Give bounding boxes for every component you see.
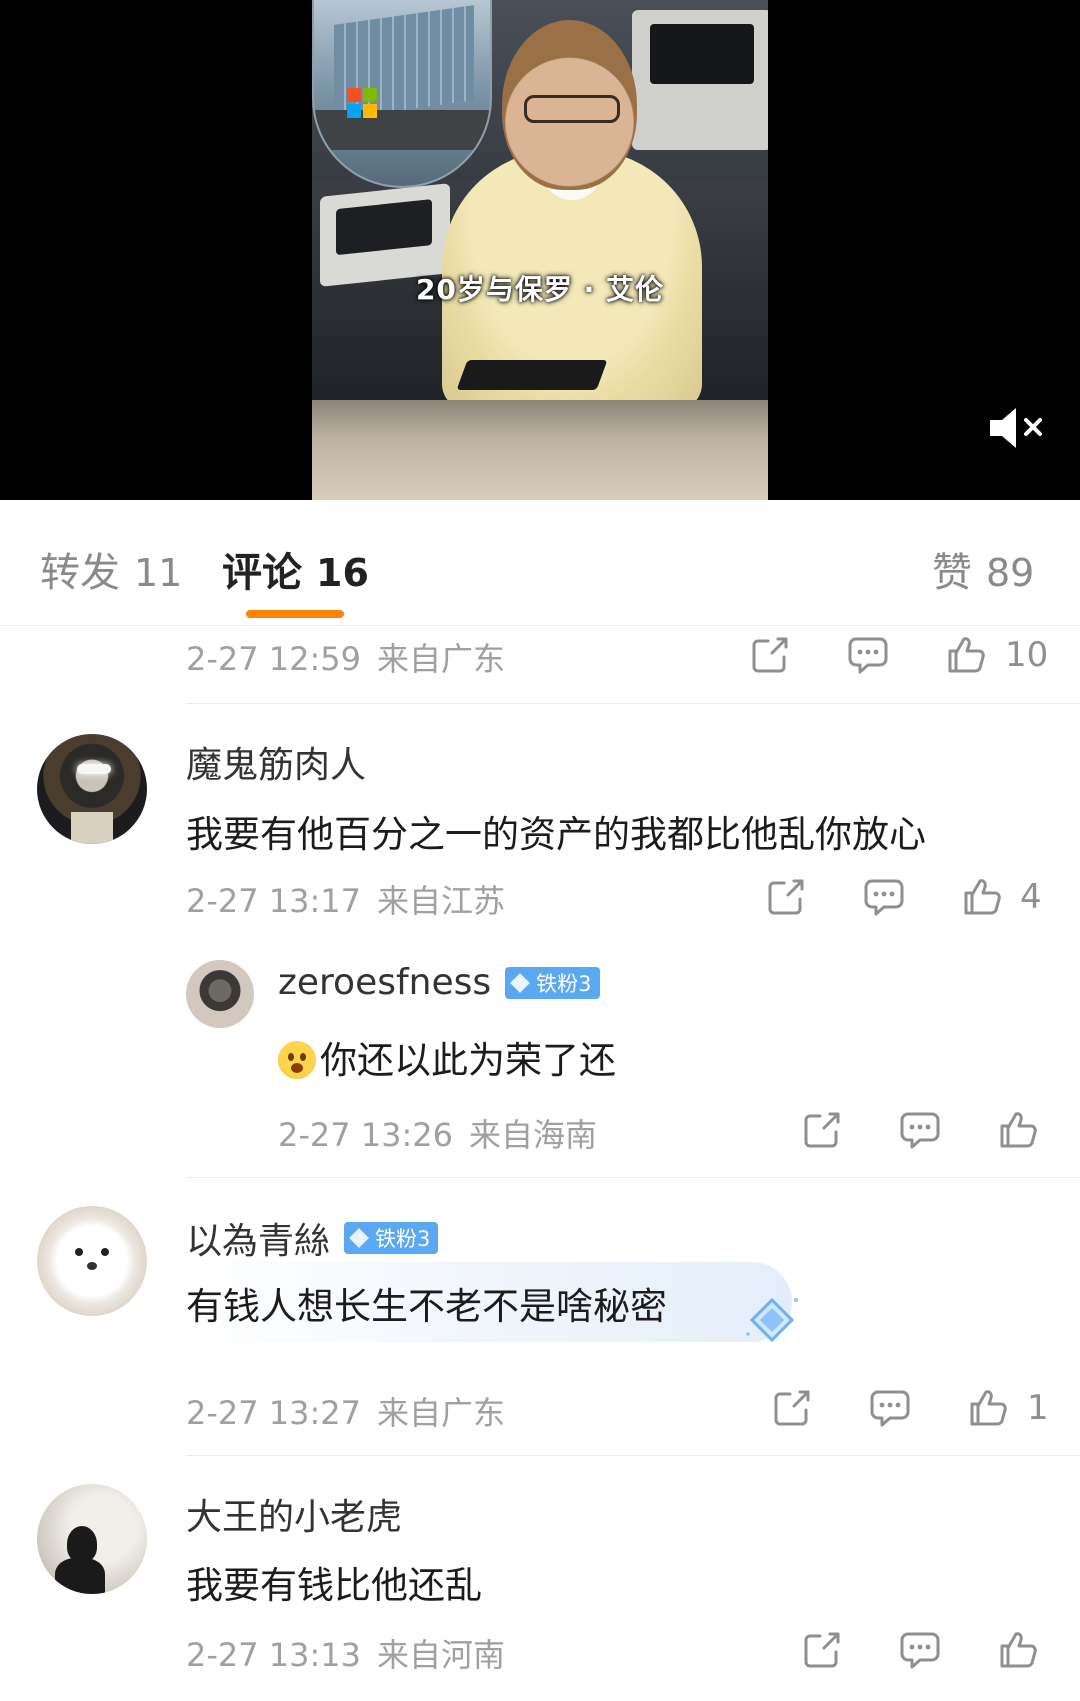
comment-location: 来自河南 <box>377 1636 506 1674</box>
share-icon[interactable] <box>800 1628 844 1672</box>
tab-repost-label: 转发 <box>40 550 120 596</box>
fan-badge: 铁粉3 <box>505 966 600 999</box>
tab-like-count: 89 <box>986 551 1035 595</box>
comment-time: 2-27 13:26 <box>278 1116 454 1154</box>
comment-bubble-icon[interactable] <box>862 875 906 919</box>
comment-username[interactable]: 以為青絲 铁粉3 <box>186 1212 439 1264</box>
comment-meta: 2-27 13:13 来自河南 <box>186 1630 505 1676</box>
avatar[interactable] <box>186 960 254 1028</box>
comment-time: 2-27 12:59 <box>186 640 362 678</box>
scared-face-emoji <box>278 1041 316 1079</box>
comment-location: 来自广东 <box>377 640 506 678</box>
tab-like-label: 赞 <box>932 550 972 596</box>
comment-meta: 2-27 13:17 来自江苏 <box>186 876 505 922</box>
comment-username[interactable]: 魔鬼筋肉人 <box>186 736 366 788</box>
thumbs-up-icon[interactable] <box>996 1108 1040 1152</box>
fan-badge: 铁粉3 <box>344 1222 439 1254</box>
badge-label: 铁粉3 <box>375 1227 431 1251</box>
username-text: 以為青絲 <box>186 1221 331 1262</box>
tab-comment-label: 评论 <box>222 550 302 596</box>
thumbs-up-icon[interactable] <box>966 1386 1010 1430</box>
divider <box>186 703 1080 704</box>
reply-username[interactable]: zeroesfness 铁粉3 <box>278 962 600 1003</box>
computer-monitor <box>632 10 768 150</box>
badge-label: 铁粉3 <box>536 971 592 996</box>
comment-time: 2-27 13:27 <box>186 1394 362 1432</box>
comment-username[interactable]: 大王的小老虎 <box>186 1488 402 1540</box>
comment-bubble-icon[interactable] <box>846 633 890 677</box>
share-icon[interactable] <box>770 1386 814 1430</box>
comment-bubble-icon[interactable] <box>898 1628 942 1672</box>
comment-meta: 2-27 13:27 来自广东 <box>186 1388 505 1434</box>
keyboard <box>456 360 608 390</box>
comment-location: 来自江苏 <box>377 882 506 920</box>
divider <box>186 1455 1080 1456</box>
comment-text: 有钱人想长生不老不是啥秘密 <box>186 1285 667 1328</box>
tab-bar: 转发 11 评论 16 赞 89 <box>0 500 1080 626</box>
like-count: 4 <box>1020 877 1042 917</box>
comment-time: 2-27 13:13 <box>186 1636 362 1674</box>
username-text: 大王的小老虎 <box>186 1497 403 1538</box>
divider <box>186 1177 1080 1178</box>
thumbs-up-icon[interactable] <box>996 1628 1040 1672</box>
share-icon[interactable] <box>764 875 808 919</box>
share-icon[interactable] <box>800 1108 844 1152</box>
like-count: 1 <box>1027 1388 1049 1428</box>
diamond-icon <box>349 1228 369 1248</box>
comment-text: 我要有钱比他还乱 <box>186 1564 482 1607</box>
avatar[interactable] <box>37 734 147 844</box>
comment-text: 我要有他百分之一的资产的我都比他乱你放心 <box>186 813 926 856</box>
diamond-icon <box>510 972 531 993</box>
comment-location: 来自海南 <box>469 1116 598 1154</box>
comment-bubble-icon[interactable] <box>898 1108 942 1152</box>
comment-bubble-icon[interactable] <box>868 1386 912 1430</box>
tab-like[interactable]: 赞 89 <box>932 540 1034 598</box>
reply-text-content: 你还以此为荣了还 <box>320 1039 616 1082</box>
tab-comment[interactable]: 评论 16 <box>222 540 369 598</box>
tab-repost-count: 11 <box>134 551 183 595</box>
comment-time: 2-27 13:17 <box>186 882 362 920</box>
glasses <box>524 95 620 123</box>
like-count: 10 <box>1005 635 1049 675</box>
username-text: 魔鬼筋肉人 <box>186 745 367 786</box>
thumbs-up-icon[interactable] <box>960 875 1004 919</box>
microsoft-logo <box>347 88 377 118</box>
username-text: zeroesfness <box>278 962 492 1003</box>
comment-meta: 2-27 12:59 来自广东 <box>186 634 505 680</box>
video-caption: 20岁与保罗 · 艾伦 <box>415 273 665 306</box>
diamond-sparkle-icon <box>744 1294 800 1350</box>
active-tab-indicator <box>246 610 344 618</box>
tab-repost[interactable]: 转发 11 <box>40 540 182 598</box>
office-building-inset <box>312 0 492 188</box>
avatar[interactable] <box>37 1206 147 1316</box>
share-icon[interactable] <box>748 633 792 677</box>
thumbs-up-icon[interactable] <box>944 633 988 677</box>
speaker-muted-icon[interactable] <box>986 404 1050 452</box>
reply-text: 你还以此为荣了还 <box>278 1030 616 1084</box>
reply-meta: 2-27 13:26 来自海南 <box>278 1110 597 1156</box>
comment-location: 来自广东 <box>377 1394 506 1432</box>
video-player[interactable]: 20岁与保罗 · 艾伦 <box>0 0 1080 500</box>
avatar[interactable] <box>37 1484 147 1594</box>
tab-comment-count: 16 <box>316 551 369 595</box>
